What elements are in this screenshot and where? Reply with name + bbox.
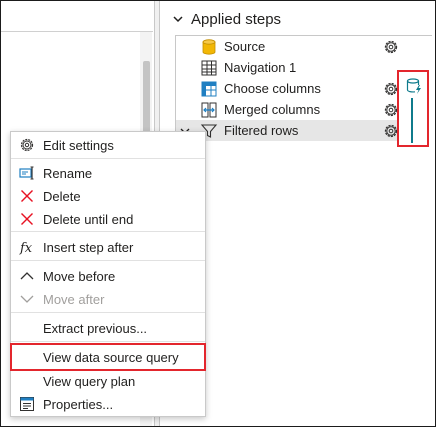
gear-icon xyxy=(20,138,34,152)
power-query-editor-window: Applied steps Source Navigation 1 Choose… xyxy=(0,0,436,427)
gear-icon[interactable] xyxy=(382,38,400,56)
fx-icon: fx xyxy=(19,241,33,255)
menu-item-label: Insert step after xyxy=(43,240,134,255)
step-label: Choose columns xyxy=(224,81,321,96)
step-choose-columns[interactable]: Choose columns xyxy=(176,78,431,99)
menu-item-insert-step-after[interactable]: fx Insert step after xyxy=(11,236,205,258)
menu-item-extract-previous[interactable]: Extract previous... xyxy=(11,317,205,339)
chevron-up-icon xyxy=(20,272,34,280)
menu-item-label: Rename xyxy=(43,166,93,181)
menu-separator xyxy=(11,312,205,313)
menu-separator xyxy=(11,260,205,261)
menu-item-move-after[interactable]: Move after xyxy=(11,288,205,310)
menu-item-delete-until-end[interactable]: Delete until end xyxy=(11,208,205,230)
merge-columns-icon xyxy=(201,102,217,118)
menu-item-label: Delete until end xyxy=(43,212,134,227)
chevron-down-icon xyxy=(20,295,34,303)
menu-separator xyxy=(11,231,205,232)
step-navigation-1[interactable]: Navigation 1 xyxy=(176,57,431,78)
menu-separator xyxy=(11,341,205,342)
step-label: Source xyxy=(224,39,266,54)
menu-item-rename[interactable]: Rename xyxy=(11,162,205,184)
applied-steps-title: Applied steps xyxy=(191,10,282,28)
close-x-icon xyxy=(21,190,33,202)
menu-item-view-query-plan[interactable]: View query plan xyxy=(11,370,205,392)
step-label: Merged columns xyxy=(224,102,321,117)
menu-item-label: Extract previous... xyxy=(43,321,148,336)
properties-icon xyxy=(20,397,34,411)
applied-steps-header[interactable]: Applied steps xyxy=(173,9,281,29)
menu-item-label: View query plan xyxy=(43,374,136,389)
menu-item-delete[interactable]: Delete xyxy=(11,185,205,207)
menu-item-label: Move after xyxy=(43,292,105,307)
step-label: Navigation 1 xyxy=(224,60,297,75)
menu-item-properties[interactable]: Properties... xyxy=(11,393,205,415)
menu-separator xyxy=(11,158,205,159)
table-columns-icon xyxy=(201,81,217,97)
database-icon xyxy=(202,39,216,55)
menu-item-label: Delete xyxy=(43,189,81,204)
preview-header-divider xyxy=(1,31,153,32)
menu-item-label: Properties... xyxy=(43,397,114,412)
step-context-menu: Edit settings Rename Delete Delete until… xyxy=(10,131,206,417)
menu-item-label: Edit settings xyxy=(43,138,114,153)
applied-steps-list: Source Navigation 1 Choose columns Merge… xyxy=(175,35,432,144)
menu-item-label: Move before xyxy=(43,269,116,284)
highlight-box xyxy=(10,343,206,371)
step-source[interactable]: Source xyxy=(176,36,431,57)
step-filtered-rows[interactable]: Filtered rows xyxy=(176,120,398,141)
menu-item-move-before[interactable]: Move before xyxy=(11,265,205,287)
highlight-box xyxy=(397,70,429,147)
menu-item-edit-settings[interactable]: Edit settings xyxy=(11,134,205,156)
step-label: Filtered rows xyxy=(224,123,299,138)
close-x-icon xyxy=(21,213,33,225)
step-merged-columns[interactable]: Merged columns xyxy=(176,99,431,120)
svg-text:fx: fx xyxy=(19,241,33,255)
chevron-down-icon xyxy=(173,16,183,23)
table-grid-icon xyxy=(201,60,217,76)
rename-icon xyxy=(19,166,34,180)
